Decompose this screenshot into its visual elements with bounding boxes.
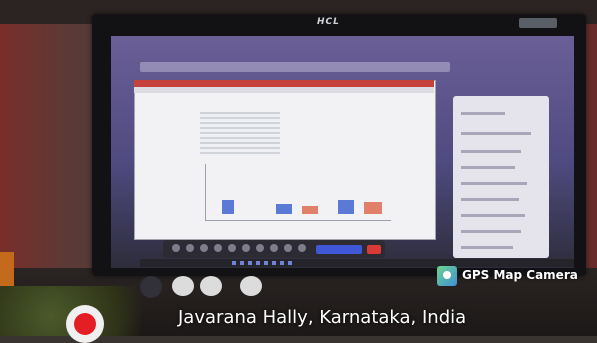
panel-row	[461, 112, 505, 115]
boxplot-box	[338, 200, 354, 214]
taskbar-icon	[280, 261, 284, 265]
map-pin-dot	[74, 313, 96, 335]
panel-row	[461, 198, 519, 201]
gps-icon-dot	[443, 271, 451, 279]
monitor-badge	[519, 18, 557, 28]
taskbar-icon	[256, 261, 260, 265]
activities-icon	[298, 244, 306, 252]
boxplot-box	[222, 200, 234, 214]
round-object	[200, 276, 222, 296]
browser-toolbar	[134, 87, 434, 93]
data-table	[200, 112, 280, 156]
chat-icon	[270, 244, 278, 252]
taskbar-icon	[264, 261, 268, 265]
boxplot-box	[276, 204, 292, 214]
taskbar-icon	[272, 261, 276, 265]
captions-icon	[200, 244, 208, 252]
gps-app-label: GPS Map Camera	[462, 268, 578, 282]
boxplot-box	[364, 202, 382, 214]
taskbar-icon	[248, 261, 252, 265]
panel-row	[461, 246, 513, 249]
boxplot-box	[302, 206, 318, 214]
leave-call-icon	[367, 245, 381, 254]
meeting-notice-bar	[140, 62, 450, 72]
share-screen-icon	[242, 244, 250, 252]
hand-icon	[214, 244, 222, 252]
panel-row	[461, 214, 525, 217]
more-options-icon	[256, 244, 264, 252]
mic-icon	[172, 244, 180, 252]
panel-row	[461, 132, 531, 135]
browser-tab-strip	[134, 80, 434, 87]
monitor-brand: HCL	[317, 17, 340, 27]
panel-row	[461, 150, 521, 153]
windows-taskbar	[140, 259, 574, 267]
participants-panel	[453, 96, 549, 258]
taskbar-icon	[240, 261, 244, 265]
emoji-icon	[228, 244, 236, 252]
panel-row	[461, 230, 521, 233]
round-object	[240, 276, 262, 296]
location-caption: Javarana Hally, Karnataka, India	[178, 307, 467, 328]
round-object	[172, 276, 194, 296]
panel-row	[461, 182, 527, 185]
taskbar-icon	[288, 261, 292, 265]
panel-row	[461, 166, 515, 169]
presenting-button	[316, 245, 362, 254]
taskbar-icon	[232, 261, 236, 265]
people-icon	[284, 244, 292, 252]
camera-icon	[186, 244, 194, 252]
